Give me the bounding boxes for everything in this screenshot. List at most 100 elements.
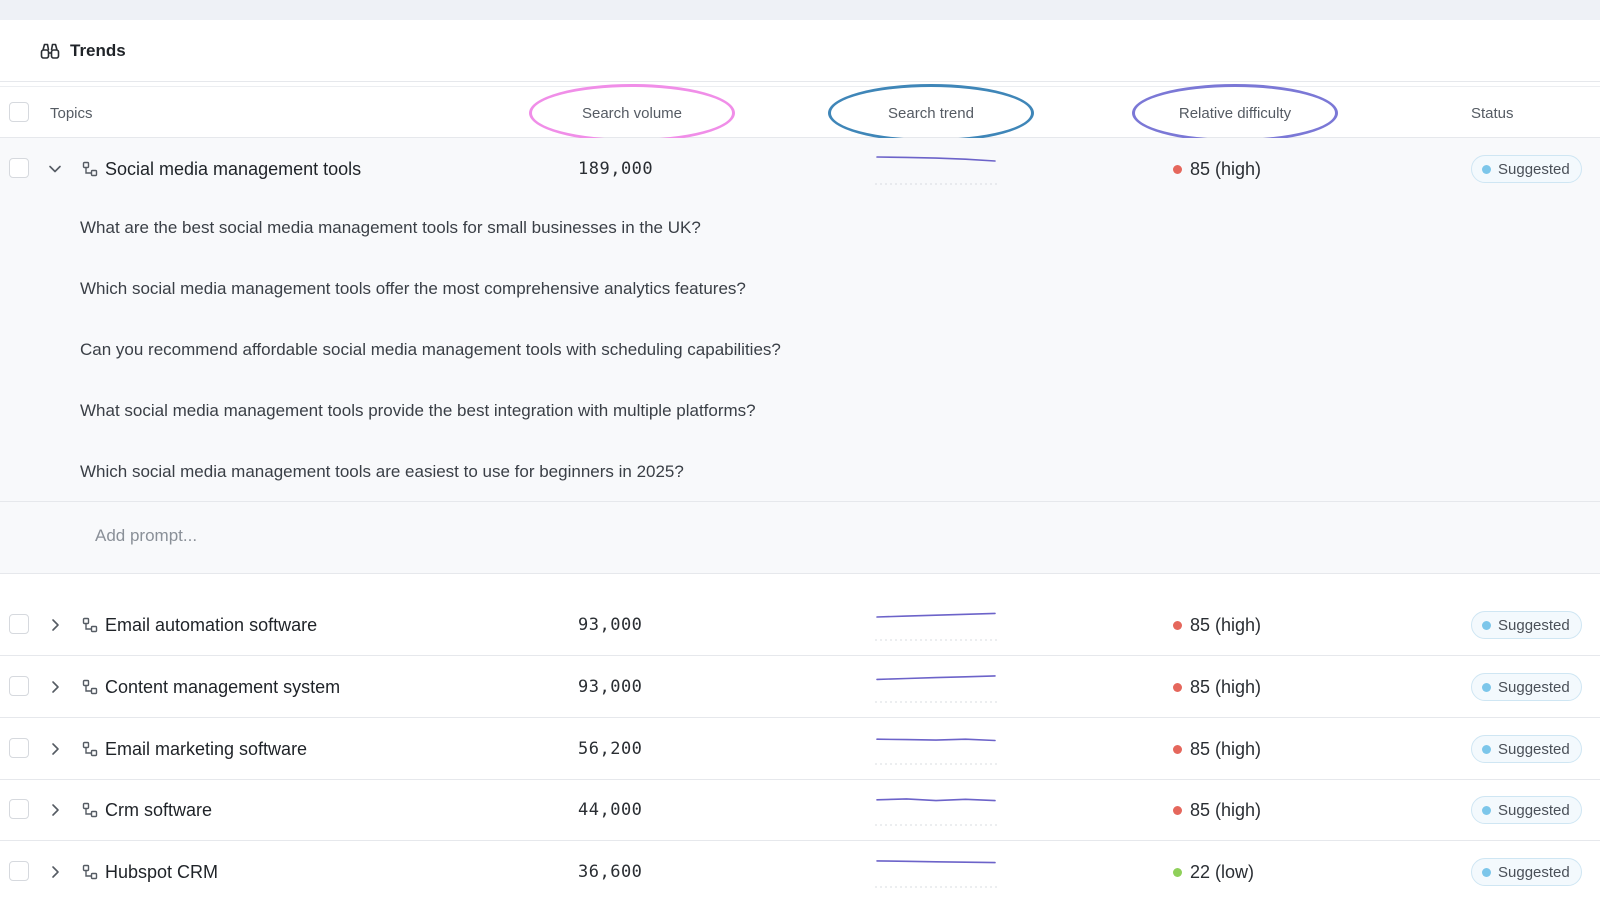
sparkline-line bbox=[876, 860, 996, 864]
trend-sparkline bbox=[875, 156, 997, 185]
prompt-item[interactable]: What are the best social media managemen… bbox=[80, 216, 701, 240]
chevron-right-icon[interactable] bbox=[47, 802, 63, 818]
row-checkbox[interactable] bbox=[9, 738, 29, 758]
difficulty-dot bbox=[1173, 620, 1182, 630]
status-badge[interactable]: Suggested bbox=[1471, 673, 1582, 701]
search-volume-value: 93,000 bbox=[578, 615, 643, 635]
status-label: Suggested bbox=[1498, 678, 1570, 696]
status-badge[interactable]: Suggested bbox=[1471, 611, 1582, 639]
row-checkbox[interactable] bbox=[9, 614, 29, 634]
sparkline-line bbox=[876, 798, 996, 802]
select-all-checkbox[interactable] bbox=[9, 102, 29, 122]
search-volume-value: 93,000 bbox=[578, 677, 643, 697]
difficulty-label: 85 (high) bbox=[1190, 676, 1262, 697]
top-strip bbox=[0, 0, 1600, 20]
status-cell: Suggested bbox=[1471, 673, 1582, 701]
topic-name[interactable]: Hubspot CRM bbox=[105, 841, 218, 900]
topic-hierarchy-icon bbox=[82, 617, 98, 633]
topic-name[interactable]: Content management system bbox=[105, 656, 340, 718]
status-dot bbox=[1482, 682, 1491, 692]
status-cell: Suggested bbox=[1471, 155, 1582, 183]
row-checkbox[interactable] bbox=[9, 861, 29, 881]
difficulty-label: 22 (low) bbox=[1190, 861, 1255, 882]
search-volume-value: 36,600 bbox=[578, 862, 643, 882]
table-row[interactable]: Crm software 44,000 85 (high) Suggested bbox=[0, 779, 1600, 841]
prompt-item[interactable]: Which social media management tools are … bbox=[80, 460, 684, 484]
column-search-trend[interactable]: Search trend bbox=[826, 84, 1036, 142]
chevron-down-icon[interactable] bbox=[47, 161, 63, 177]
trend-sparkline bbox=[875, 860, 997, 888]
trend-sparkline bbox=[875, 675, 997, 703]
column-relative-difficulty[interactable]: Relative difficulty bbox=[1130, 84, 1340, 142]
status-dot bbox=[1482, 744, 1491, 754]
trend-sparkline bbox=[875, 798, 997, 826]
difficulty-dot bbox=[1173, 164, 1182, 174]
divider bbox=[0, 501, 1600, 502]
difficulty-label: 85 (high) bbox=[1190, 799, 1262, 820]
difficulty-dot bbox=[1173, 682, 1182, 692]
row-checkbox[interactable] bbox=[9, 158, 29, 178]
column-status-label: Status bbox=[1471, 104, 1514, 122]
status-badge[interactable]: Suggested bbox=[1471, 858, 1582, 886]
table-row[interactable]: Content management system 93,000 85 (high)… bbox=[0, 656, 1600, 718]
difficulty-dot bbox=[1173, 805, 1182, 815]
status-dot bbox=[1482, 867, 1491, 877]
row-checkbox[interactable] bbox=[9, 799, 29, 819]
row-checkbox[interactable] bbox=[9, 676, 29, 696]
difficulty-value: 85 (high) bbox=[1173, 779, 1261, 841]
column-search-volume[interactable]: Search volume bbox=[527, 84, 737, 142]
sparkline-line bbox=[876, 675, 996, 681]
table-row[interactable]: Hubspot CRM 36,600 22 (low) Suggested bbox=[0, 841, 1600, 900]
expanded-topic-panel: Social media management tools 189,000 85… bbox=[0, 138, 1600, 574]
status-dot bbox=[1482, 164, 1491, 174]
prompt-item[interactable]: Can you recommend affordable social medi… bbox=[80, 338, 781, 362]
trend-sparkline bbox=[875, 738, 997, 765]
difficulty-value: 85 (high) bbox=[1173, 656, 1261, 718]
chevron-right-icon[interactable] bbox=[47, 617, 63, 633]
chevron-right-icon[interactable] bbox=[47, 679, 63, 695]
topic-name[interactable]: Social media management tools bbox=[105, 138, 361, 200]
status-badge[interactable]: Suggested bbox=[1471, 155, 1582, 183]
column-search-trend-label: Search trend bbox=[888, 104, 974, 122]
difficulty-value: 85 (high) bbox=[1173, 594, 1261, 656]
column-search-volume-label: Search volume bbox=[581, 104, 683, 122]
column-status[interactable]: Status bbox=[1471, 87, 1514, 139]
difficulty-label: 85 (high) bbox=[1190, 614, 1262, 635]
status-dot bbox=[1482, 805, 1491, 815]
chevron-right-icon[interactable] bbox=[47, 864, 63, 880]
binoculars-icon bbox=[40, 43, 60, 59]
difficulty-value: 85 (high) bbox=[1173, 138, 1261, 200]
status-badge[interactable]: Suggested bbox=[1471, 796, 1582, 824]
difficulty-dot bbox=[1173, 867, 1182, 877]
topic-name[interactable]: Email automation software bbox=[105, 594, 317, 656]
sparkline-line bbox=[876, 738, 996, 742]
page-title: Trends bbox=[70, 40, 126, 60]
topic-hierarchy-icon bbox=[82, 161, 98, 177]
topic-hierarchy-icon bbox=[82, 802, 98, 818]
difficulty-value: 22 (low) bbox=[1173, 841, 1254, 900]
difficulty-label: 85 (high) bbox=[1190, 738, 1262, 759]
status-cell: Suggested bbox=[1471, 796, 1582, 824]
search-volume-value: 44,000 bbox=[578, 800, 643, 820]
page-header: Trends bbox=[0, 20, 1600, 82]
status-badge[interactable]: Suggested bbox=[1471, 735, 1582, 763]
difficulty-dot bbox=[1173, 744, 1182, 754]
sparkline-line bbox=[876, 156, 996, 162]
topic-hierarchy-icon bbox=[82, 741, 98, 757]
column-topics[interactable]: Topics bbox=[50, 87, 93, 139]
table-row-expanded[interactable]: Social media management tools 189,000 85… bbox=[0, 138, 1600, 200]
chevron-right-icon[interactable] bbox=[47, 741, 63, 757]
table-row[interactable]: Email marketing software 56,200 85 (high) S… bbox=[0, 718, 1600, 780]
prompt-item[interactable]: Which social media management tools offe… bbox=[80, 277, 746, 301]
difficulty-value: 85 (high) bbox=[1173, 718, 1261, 780]
search-volume-value: 189,000 bbox=[578, 159, 654, 179]
topic-name[interactable]: Email marketing software bbox=[105, 718, 307, 780]
add-prompt-input[interactable]: Add prompt... bbox=[95, 526, 197, 546]
table-row[interactable]: Email automation software 93,000 85 (high)… bbox=[0, 594, 1600, 656]
trend-sparkline bbox=[875, 612, 997, 641]
topic-name[interactable]: Crm software bbox=[105, 779, 212, 841]
status-label: Suggested bbox=[1498, 160, 1570, 178]
status-dot bbox=[1482, 620, 1491, 630]
search-volume-value: 56,200 bbox=[578, 739, 643, 759]
prompt-item[interactable]: What social media management tools provi… bbox=[80, 399, 756, 423]
